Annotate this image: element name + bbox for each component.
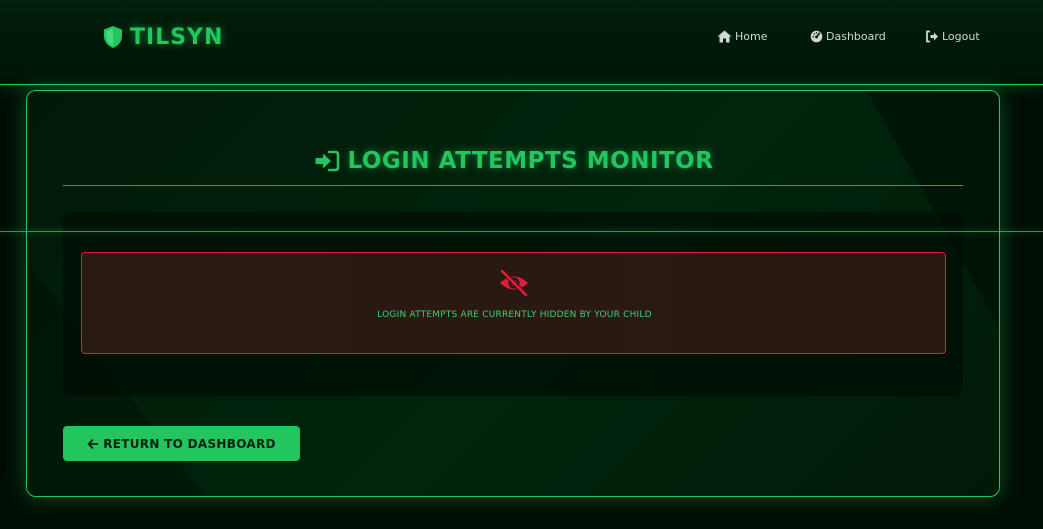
- return-to-dashboard-button[interactable]: RETURN TO DASHBOARD: [63, 426, 300, 461]
- alert-message: LOGIN ATTEMPTS ARE CURRENTLY HIDDEN BY Y…: [377, 310, 652, 320]
- brand[interactable]: TILSYN: [102, 23, 223, 51]
- dashboard-icon: [810, 30, 823, 43]
- nav-logout-label: Logout: [942, 29, 980, 43]
- logout-icon: [925, 30, 939, 43]
- shield-icon: [102, 25, 124, 49]
- nav-dashboard-label: Dashboard: [826, 29, 886, 43]
- nav-home-label: Home: [735, 29, 768, 43]
- main-card: LOGIN ATTEMPTS MONITOR LOGIN ATTEMPTS AR…: [26, 90, 1000, 497]
- hidden-alert: LOGIN ATTEMPTS ARE CURRENTLY HIDDEN BY Y…: [81, 252, 946, 354]
- home-icon: [717, 30, 732, 43]
- arrow-left-icon: [87, 438, 99, 449]
- nav-dashboard[interactable]: Dashboard: [810, 28, 886, 44]
- scanline: [0, 231, 1043, 232]
- brand-name: TILSYN: [130, 24, 224, 50]
- eye-slash-icon: [498, 268, 530, 298]
- navbar: TILSYN Home Dashboard Logout: [0, 0, 1043, 85]
- page-title: LOGIN ATTEMPTS MONITOR: [27, 146, 999, 176]
- page-title-text: LOGIN ATTEMPTS MONITOR: [347, 148, 714, 174]
- nav-home[interactable]: Home: [717, 28, 767, 44]
- return-button-label: RETURN TO DASHBOARD: [103, 436, 276, 451]
- login-icon: [315, 150, 340, 172]
- nav-logout[interactable]: Logout: [925, 28, 980, 44]
- title-divider: [63, 185, 963, 186]
